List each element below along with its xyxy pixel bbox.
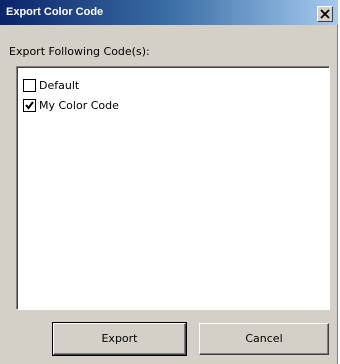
close-icon: [320, 9, 330, 19]
list-item-my-color-code[interactable]: My Color Code: [23, 97, 119, 113]
list-item-label: My Color Code: [39, 98, 119, 112]
list-item-label: Default: [39, 78, 80, 92]
checkbox-my-color-code[interactable]: [23, 98, 36, 112]
color-code-list[interactable]: Default My Color Code: [16, 66, 330, 310]
dialog-title: Export Color Code: [6, 6, 104, 18]
title-bar[interactable]: Export Color Code: [0, 0, 338, 25]
list-item-default[interactable]: Default: [23, 77, 79, 93]
export-caption: Export Following Code(s):: [9, 45, 150, 58]
close-button[interactable]: [317, 6, 333, 22]
export-color-code-dialog: Export Color Code Export Following Code(…: [0, 0, 338, 364]
checkmark-icon: [25, 100, 34, 110]
cancel-button[interactable]: Cancel: [199, 323, 329, 355]
checkbox-default[interactable]: [23, 78, 36, 92]
export-button[interactable]: Export: [52, 322, 187, 356]
